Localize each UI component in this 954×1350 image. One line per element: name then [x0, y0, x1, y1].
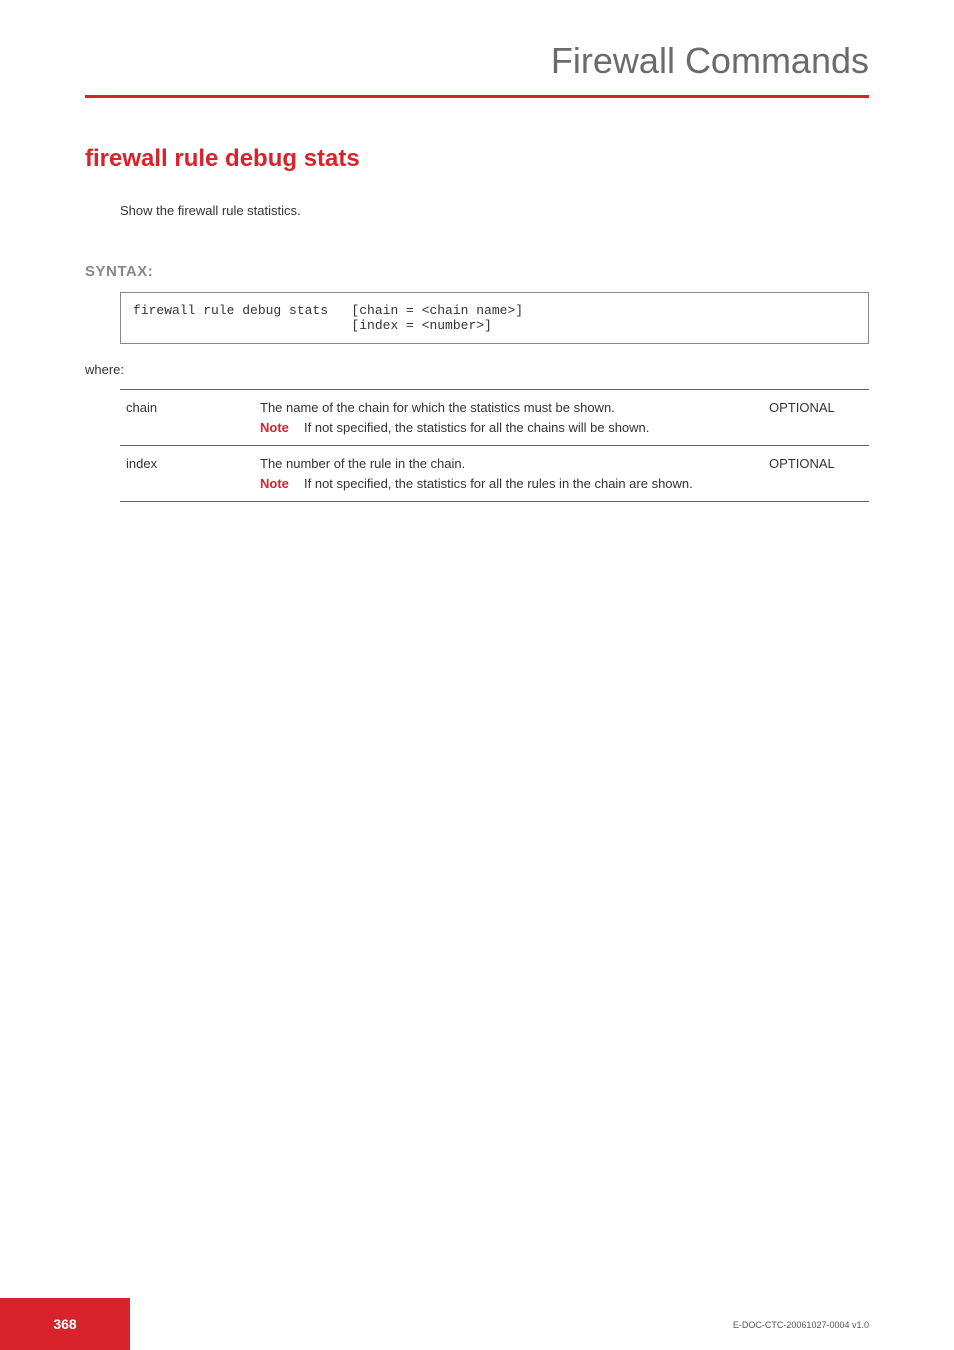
note-text: If not specified, the statistics for all…: [304, 420, 761, 435]
note-text: If not specified, the statistics for all…: [304, 476, 761, 491]
header-title: Firewall Commands: [551, 40, 869, 82]
param-optional: OPTIONAL: [769, 390, 869, 446]
parameters-table: chain The name of the chain for which th…: [120, 389, 869, 502]
page-number: 368: [0, 1298, 130, 1350]
table-row: index The number of the rule in the chai…: [120, 446, 869, 502]
footer: 368 E-DOC-CTC-20061027-0004 v1.0: [0, 1298, 954, 1350]
header-rule: [85, 95, 869, 98]
param-note: Note If not specified, the statistics fo…: [260, 420, 761, 435]
param-desc-cell: The name of the chain for which the stat…: [260, 390, 769, 446]
param-name: index: [120, 446, 260, 502]
document-id: E-DOC-CTC-20061027-0004 v1.0: [733, 1320, 869, 1330]
content-area: firewall rule debug stats Show the firew…: [85, 145, 869, 502]
param-desc-cell: The number of the rule in the chain. Not…: [260, 446, 769, 502]
where-label: where:: [85, 362, 869, 377]
param-name: chain: [120, 390, 260, 446]
page-description: Show the firewall rule statistics.: [120, 203, 869, 218]
page-title: firewall rule debug stats: [85, 145, 869, 173]
table-row: chain The name of the chain for which th…: [120, 390, 869, 446]
param-note: Note If not specified, the statistics fo…: [260, 476, 761, 491]
syntax-label: SYNTAX:: [85, 263, 869, 280]
param-desc: The number of the rule in the chain.: [260, 456, 761, 471]
note-label: Note: [260, 476, 304, 491]
param-desc: The name of the chain for which the stat…: [260, 400, 761, 415]
param-optional: OPTIONAL: [769, 446, 869, 502]
note-label: Note: [260, 420, 304, 435]
syntax-code: firewall rule debug stats [chain = <chai…: [120, 292, 869, 344]
